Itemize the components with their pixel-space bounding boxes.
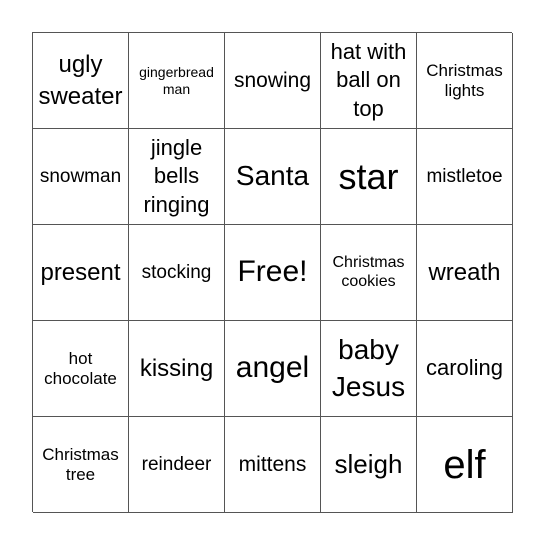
bingo-cell[interactable]: mittens [225,417,321,513]
bingo-cell[interactable]: Christmas lights [417,33,513,129]
bingo-cell[interactable]: angel [225,321,321,417]
cell-label: present [40,258,121,286]
cell-label: wreath [428,258,501,286]
bingo-cell[interactable]: caroling [417,321,513,417]
bingo-cell[interactable]: kissing [129,321,225,417]
cell-label: snowing [233,68,312,92]
cell-label: gingerbread man [139,64,214,97]
bingo-cell[interactable]: stocking [129,225,225,321]
cell-label: Santa [235,160,310,192]
bingo-cell[interactable]: jingle bells ringing [129,129,225,225]
bingo-board: ugly sweater gingerbread man snowing hat… [32,32,513,513]
cell-label: star [338,155,399,197]
free-space-cell[interactable]: Free! [225,225,321,321]
cell-label: hot chocolate [44,348,117,388]
bingo-cell[interactable]: sleigh [321,417,417,513]
cell-label: Christmas tree [42,444,119,484]
bingo-cell[interactable]: reindeer [129,417,225,513]
bingo-cell[interactable]: snowman [33,129,129,225]
cell-label: hat with ball on top [330,38,407,121]
cell-label: mittens [238,452,307,476]
cell-label: Christmas cookies [332,254,405,290]
bingo-cell[interactable]: Christmas cookies [321,225,417,321]
cell-label: stocking [141,261,212,283]
cell-label: Free! [237,255,308,289]
cell-label: caroling [425,355,504,381]
bingo-cell[interactable]: Santa [225,129,321,225]
bingo-cell[interactable]: wreath [417,225,513,321]
cell-label: snowman [39,165,122,187]
bingo-cell[interactable]: ugly sweater [33,33,129,129]
cell-label: angel [235,351,310,385]
bingo-cell[interactable]: Christmas tree [33,417,129,513]
cell-label: mistletoe [426,165,503,187]
bingo-cell[interactable]: gingerbread man [129,33,225,129]
cell-label: baby Jesus [331,334,406,402]
bingo-cell[interactable]: baby Jesus [321,321,417,417]
bingo-cell[interactable]: present [33,225,129,321]
bingo-cell[interactable]: hot chocolate [33,321,129,417]
cell-label: Christmas lights [426,60,503,100]
cell-label: ugly sweater [38,51,123,110]
cell-label: sleigh [334,448,403,479]
cell-label: kissing [139,354,214,382]
bingo-cell[interactable]: snowing [225,33,321,129]
bingo-cell[interactable]: elf [417,417,513,513]
bingo-cell[interactable]: hat with ball on top [321,33,417,129]
cell-label: elf [443,442,486,487]
bingo-cell[interactable]: star [321,129,417,225]
cell-label: reindeer [141,453,212,475]
cell-label: jingle bells ringing [143,134,210,217]
bingo-cell[interactable]: mistletoe [417,129,513,225]
